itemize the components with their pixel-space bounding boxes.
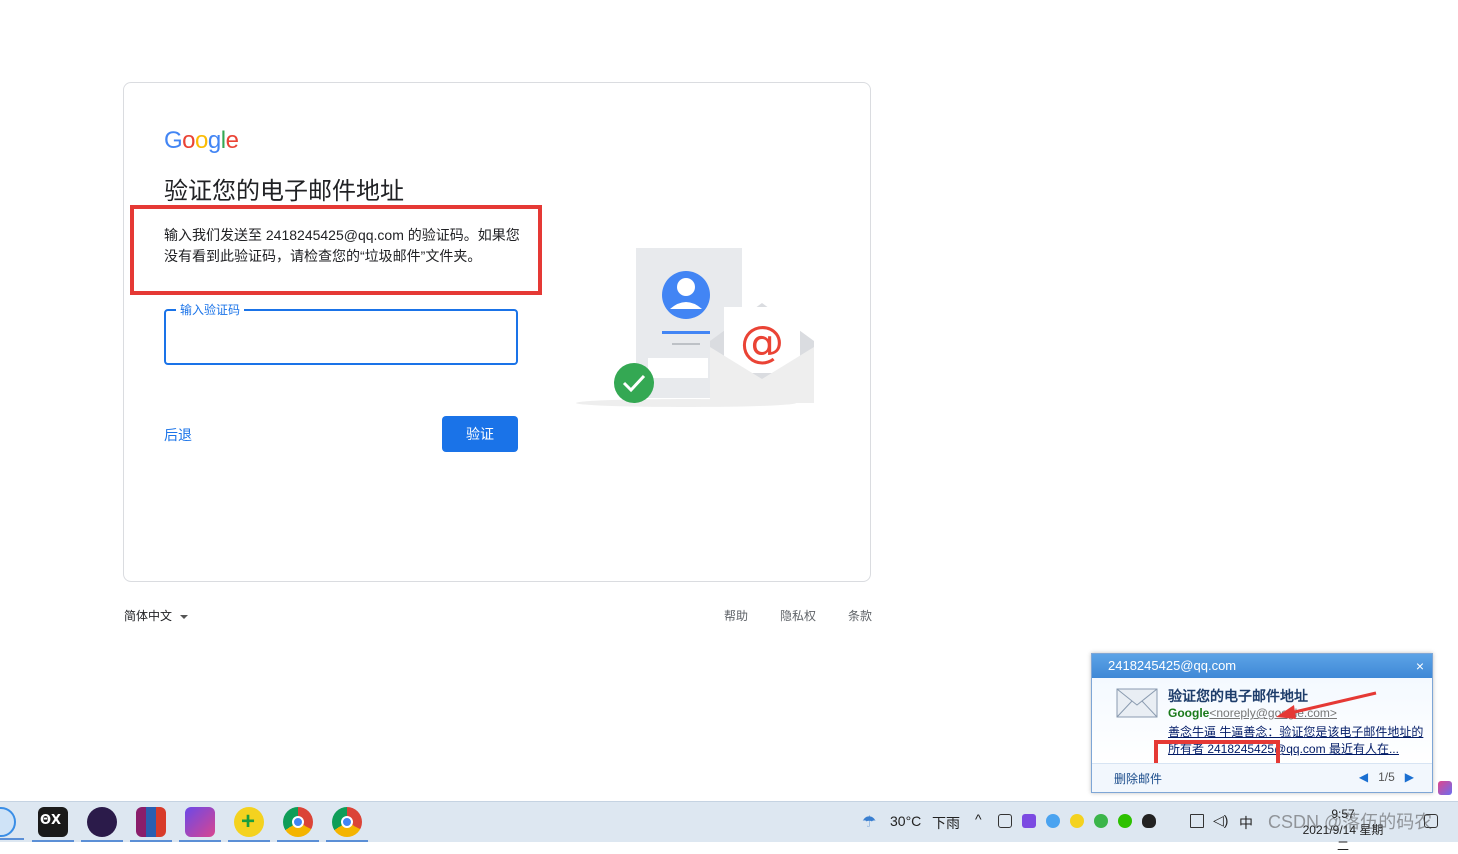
weather-icon[interactable]: ☂ bbox=[862, 812, 876, 832]
wechat-icon[interactable] bbox=[1118, 814, 1132, 828]
previous-arrow-icon[interactable]: ◀ bbox=[1359, 770, 1368, 784]
notification-header: 2418245425@qq.com × bbox=[1092, 654, 1432, 678]
baidu-netdisk-icon[interactable] bbox=[0, 807, 24, 840]
next-arrow-icon[interactable]: ▶ bbox=[1405, 770, 1414, 784]
caret-down-icon bbox=[180, 614, 189, 619]
green-plus-icon[interactable]: + bbox=[228, 807, 270, 842]
notification-footer: 删除邮件 ◀ 1/5 ▶ bbox=[1092, 763, 1432, 792]
verification-card: Google 验证您的电子邮件地址 输入我们发送至 2418245425@qq.… bbox=[123, 82, 871, 582]
tray-app-icon[interactable] bbox=[1046, 814, 1060, 828]
envelope-icon bbox=[1116, 688, 1158, 718]
language-selector[interactable]: 简体中文 bbox=[124, 607, 189, 624]
verify-button[interactable]: 验证 bbox=[442, 416, 518, 452]
close-icon[interactable]: × bbox=[1416, 654, 1424, 678]
notification-account: 2418245425@qq.com bbox=[1108, 658, 1237, 673]
qq-icon[interactable] bbox=[1142, 814, 1156, 828]
red-arrow-annotation bbox=[1276, 691, 1377, 719]
terms-link[interactable]: 条款 bbox=[848, 607, 872, 624]
notification-body[interactable]: 验证您的电子邮件地址 Google<noreply@google.com> 善念… bbox=[1092, 678, 1432, 772]
back-button[interactable]: 后退 bbox=[164, 425, 192, 445]
mail-notification-popup[interactable]: 2418245425@qq.com × 验证您的电子邮件地址 Google<no… bbox=[1091, 653, 1433, 793]
verification-code-field[interactable]: 输入验证码 bbox=[164, 301, 518, 365]
tray-app-icon[interactable] bbox=[1094, 814, 1108, 828]
tray-app-icon[interactable] bbox=[998, 814, 1012, 828]
weather-temperature[interactable]: 30°C bbox=[890, 813, 921, 829]
ime-indicator[interactable]: 中 bbox=[1239, 813, 1253, 833]
kugou-icon[interactable] bbox=[179, 807, 221, 842]
privacy-link[interactable]: 隐私权 bbox=[780, 607, 816, 624]
email-verification-illustration: @ bbox=[576, 248, 814, 407]
highlight-box bbox=[130, 205, 542, 295]
watermark: CSDN @落伍的码农 bbox=[1268, 812, 1433, 832]
google-logo: Google bbox=[164, 127, 239, 154]
side-app-icon[interactable] bbox=[1438, 781, 1452, 795]
svg-text:@: @ bbox=[740, 317, 784, 368]
tray-app-icon[interactable] bbox=[1022, 814, 1036, 828]
chrome-icon[interactable] bbox=[326, 807, 368, 842]
winrar-icon[interactable] bbox=[130, 807, 172, 842]
tray-app-icon[interactable] bbox=[1070, 814, 1084, 828]
chevron-up-icon[interactable]: ^ bbox=[975, 811, 982, 827]
taskbar: ΘΧ + ☂ 30°C 下雨 ^ ◁) 中 9:57 2021/9/14 星期二 bbox=[0, 801, 1458, 853]
avatar-app-icon[interactable] bbox=[81, 807, 123, 842]
notification-pager: ◀ 1/5 ▶ bbox=[1358, 770, 1414, 784]
network-icon[interactable] bbox=[1190, 814, 1204, 828]
verification-code-input[interactable] bbox=[166, 311, 516, 363]
help-link[interactable]: 帮助 bbox=[724, 607, 748, 624]
weather-description[interactable]: 下雨 bbox=[932, 813, 960, 833]
volume-icon[interactable]: ◁) bbox=[1213, 812, 1228, 829]
chrome-icon[interactable] bbox=[277, 807, 319, 842]
delete-mail-button[interactable]: 删除邮件 bbox=[1114, 770, 1162, 787]
box-app-icon[interactable]: ΘΧ bbox=[32, 807, 74, 842]
page-title: 验证您的电子邮件地址 bbox=[164, 178, 404, 205]
